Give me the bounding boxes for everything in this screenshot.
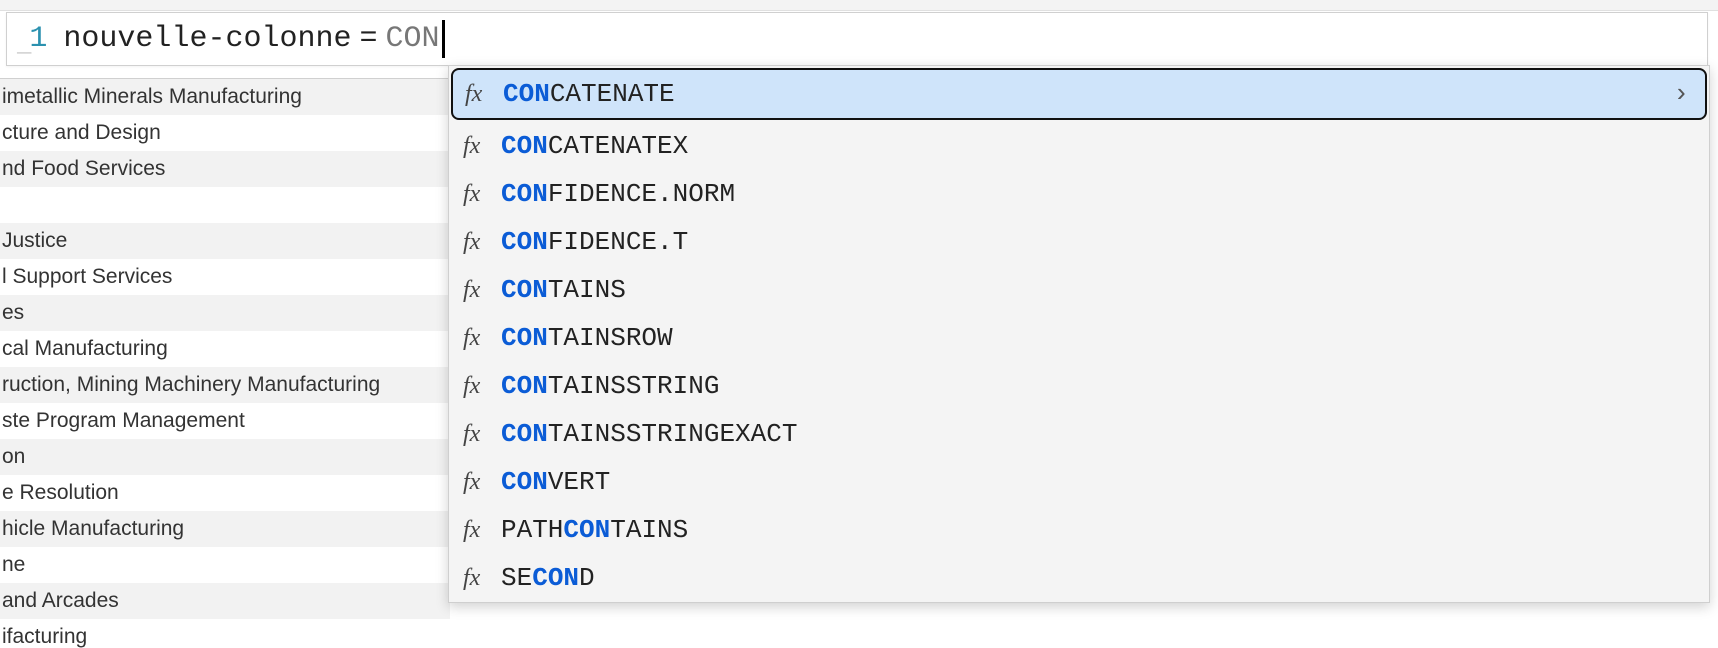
- text-caret: [442, 20, 445, 58]
- function-icon: fx: [463, 421, 501, 448]
- table-row[interactable]: and Arcades: [0, 583, 450, 619]
- autocomplete-item-label: CONTAINSROW: [501, 323, 1695, 353]
- window-top-strip: [0, 0, 1718, 11]
- autocomplete-item-label: CONVERT: [501, 467, 1695, 497]
- autocomplete-item[interactable]: fxPATHCONTAINS: [449, 506, 1709, 554]
- table-row[interactable]: l Support Services: [0, 259, 450, 295]
- dax-formula-bar[interactable]: _ 1 nouvelle-colonne = CON: [6, 12, 1708, 66]
- table-row[interactable]: es: [0, 295, 450, 331]
- chevron-right-icon: ›: [1673, 79, 1693, 109]
- table-row[interactable]: on: [0, 439, 450, 475]
- formula-equals: =: [351, 22, 385, 56]
- autocomplete-item[interactable]: fxCONTAINSSTRINGEXACT: [449, 410, 1709, 458]
- autocomplete-item-label: CONCATENATEX: [501, 131, 1695, 161]
- line-number: 1: [29, 22, 47, 56]
- line-marker: _: [17, 32, 31, 59]
- autocomplete-item[interactable]: fxCONFIDENCE.NORM: [449, 170, 1709, 218]
- autocomplete-item-label: CONFIDENCE.T: [501, 227, 1695, 257]
- autocomplete-item[interactable]: fxSECOND: [449, 554, 1709, 602]
- autocomplete-item[interactable]: fxCONFIDENCE.T: [449, 218, 1709, 266]
- function-icon: fx: [463, 469, 501, 496]
- dax-autocomplete-popup[interactable]: fxCONCATENATE›fxCONCATENATEXfxCONFIDENCE…: [448, 65, 1710, 603]
- autocomplete-item[interactable]: fxCONTAINS: [449, 266, 1709, 314]
- table-row[interactable]: nd Food Services: [0, 151, 450, 187]
- line-number-gutter: _ 1: [7, 22, 57, 56]
- function-icon: fx: [463, 325, 501, 352]
- table-row[interactable]: ifacturing: [0, 619, 450, 648]
- formula-text[interactable]: nouvelle-colonne = CON: [57, 20, 444, 58]
- formula-column-name: nouvelle-colonne: [63, 22, 351, 56]
- table-row[interactable]: ste Program Management: [0, 403, 450, 439]
- function-icon: fx: [463, 565, 501, 592]
- background-data-column: imetallic Minerals Manufacturingcture an…: [0, 78, 450, 648]
- function-icon: fx: [463, 277, 501, 304]
- table-row[interactable]: cal Manufacturing: [0, 331, 450, 367]
- function-icon: fx: [465, 81, 503, 108]
- autocomplete-item[interactable]: fxCONVERT: [449, 458, 1709, 506]
- autocomplete-item-label: SECOND: [501, 563, 1695, 593]
- table-row[interactable]: [0, 187, 450, 223]
- function-icon: fx: [463, 517, 501, 544]
- autocomplete-item-label: CONTAINS: [501, 275, 1695, 305]
- function-icon: fx: [463, 133, 501, 160]
- table-row[interactable]: e Resolution: [0, 475, 450, 511]
- autocomplete-item-label: CONTAINSSTRING: [501, 371, 1695, 401]
- function-icon: fx: [463, 373, 501, 400]
- table-row[interactable]: ruction, Mining Machinery Manufacturing: [0, 367, 450, 403]
- autocomplete-item[interactable]: fxCONTAINSROW: [449, 314, 1709, 362]
- table-row[interactable]: imetallic Minerals Manufacturing: [0, 79, 450, 115]
- autocomplete-item[interactable]: fxCONTAINSSTRING: [449, 362, 1709, 410]
- autocomplete-item[interactable]: fxCONCATENATE›: [451, 68, 1707, 120]
- autocomplete-item[interactable]: fxCONCATENATEX: [449, 122, 1709, 170]
- autocomplete-item-label: PATHCONTAINS: [501, 515, 1695, 545]
- table-row[interactable]: ne: [0, 547, 450, 583]
- autocomplete-item-label: CONFIDENCE.NORM: [501, 179, 1695, 209]
- table-row[interactable]: hicle Manufacturing: [0, 511, 450, 547]
- formula-typed-text: CON: [385, 22, 439, 56]
- table-row[interactable]: Justice: [0, 223, 450, 259]
- autocomplete-item-label: CONTAINSSTRINGEXACT: [501, 419, 1695, 449]
- autocomplete-item-label: CONCATENATE: [503, 79, 1673, 109]
- function-icon: fx: [463, 229, 501, 256]
- function-icon: fx: [463, 181, 501, 208]
- table-row[interactable]: cture and Design: [0, 115, 450, 151]
